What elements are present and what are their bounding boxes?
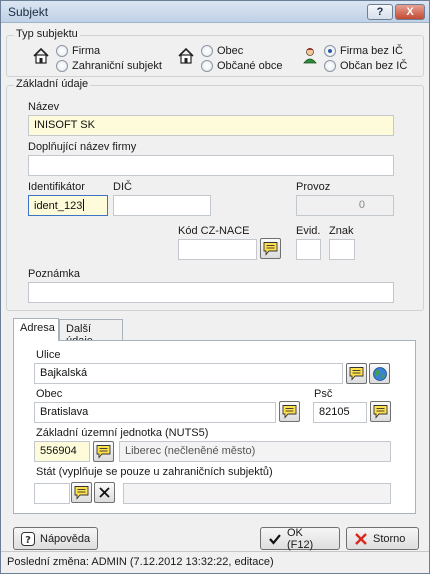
- comment-icon: [282, 405, 297, 419]
- close-icon: X: [406, 6, 414, 18]
- stat-code-input[interactable]: [34, 483, 70, 504]
- text-caret: [83, 199, 85, 211]
- nuts-name-field: Liberec (nečleněné město): [119, 441, 391, 462]
- radio-firma-circle[interactable]: [56, 45, 68, 57]
- subjekt-dialog: Subjekt ? X Typ subjektu Firma Zahraničn…: [0, 0, 430, 574]
- evid-label: Evid.: [296, 225, 321, 237]
- help-icon: ?: [21, 531, 35, 546]
- kod-cz-nace-input[interactable]: [178, 239, 257, 260]
- ok-button[interactable]: OK (F12): [260, 526, 340, 551]
- znak-input[interactable]: [329, 239, 355, 260]
- nuts-label: Základní územní jednotka (NUTS5): [36, 427, 209, 439]
- psc-lookup-button[interactable]: [370, 401, 391, 422]
- svg-text:?: ?: [25, 535, 31, 546]
- provoz-input: 0: [296, 195, 394, 216]
- radio-firma-label: Firma: [72, 45, 101, 57]
- radio-obec-label: Obec: [217, 45, 244, 57]
- radio-firma-bez-ic[interactable]: Firma bez IČ: [324, 45, 403, 57]
- cancel-icon: [355, 532, 367, 545]
- identifikator-input[interactable]: ident_123: [28, 195, 108, 216]
- radio-firma-bez-ic-label: Firma bez IČ: [340, 45, 403, 57]
- radio-obec-circle[interactable]: [201, 45, 213, 57]
- evid-input[interactable]: [296, 239, 321, 260]
- radio-firma[interactable]: Firma: [56, 45, 100, 57]
- doplnujici-nazev-input[interactable]: [28, 155, 394, 176]
- zakladni-udaje-label: Základní údaje: [14, 78, 91, 90]
- psc-input[interactable]: 82105: [313, 402, 367, 423]
- cancel-button-label: Storno: [373, 532, 406, 545]
- typ-subjektu-label: Typ subjektu: [14, 28, 80, 40]
- ulice-input[interactable]: Bajkalská: [34, 363, 343, 384]
- ok-button-label: OK (F12): [286, 526, 314, 551]
- kod-cz-nace-label: Kód CZ-NACE: [178, 225, 250, 237]
- dic-label: DIČ: [113, 181, 132, 193]
- stat-clear-button[interactable]: [94, 482, 115, 503]
- radio-obcane-obce[interactable]: Občané obce: [201, 60, 282, 72]
- tab-dalsi-udaje[interactable]: Další údaje: [59, 319, 123, 347]
- comment-icon: [263, 242, 278, 256]
- provoz-label: Provoz: [296, 181, 331, 193]
- radio-obec[interactable]: Obec: [201, 45, 243, 57]
- stat-label: Stát (vyplňuje se pouze u zahraničních s…: [36, 466, 273, 478]
- stat-name-field: [123, 483, 391, 504]
- help-button[interactable]: ? Nápověda: [13, 527, 99, 550]
- doplnujici-nazev-label: Doplňující název firmy: [28, 141, 137, 153]
- comment-icon: [373, 405, 388, 419]
- comment-icon: [96, 445, 111, 459]
- nazev-label: Název: [28, 101, 60, 113]
- comment-icon: [74, 486, 89, 500]
- nuts-lookup-button[interactable]: [93, 441, 114, 462]
- psc-label: Psč: [314, 388, 333, 400]
- kod-cz-nace-lookup-button[interactable]: [260, 238, 281, 259]
- checkmark-icon: [269, 533, 281, 545]
- window-title: Subjekt: [8, 5, 49, 19]
- comment-icon: [349, 367, 364, 381]
- nuts-code-input[interactable]: 556904: [34, 441, 90, 462]
- close-button[interactable]: X: [395, 4, 425, 20]
- map-lookup-button[interactable]: [369, 363, 390, 384]
- status-bar: Poslední změna: ADMIN (7.12.2012 13:32:2…: [1, 551, 429, 573]
- radio-obcan-bez-ic-circle[interactable]: [324, 60, 336, 72]
- person-icon: [303, 48, 317, 64]
- last-change-text: Poslední změna: ADMIN (7.12.2012 13:32:2…: [7, 556, 274, 568]
- radio-zahranicni-label: Zahraniční subjekt: [72, 60, 162, 72]
- poznamka-label: Poznámka: [28, 268, 80, 280]
- radio-obcane-obce-circle[interactable]: [201, 60, 213, 72]
- radio-obcan-bez-ic-label: Občan bez IČ: [340, 60, 408, 72]
- globe-icon: [372, 366, 387, 381]
- tab-adresa[interactable]: Adresa: [13, 318, 59, 341]
- identifikator-value: ident_123: [34, 200, 83, 212]
- obec-lookup-button[interactable]: [279, 401, 300, 422]
- poznamka-input[interactable]: [28, 282, 394, 303]
- help-button-label: Nápověda: [40, 532, 91, 545]
- help-title-label: ?: [376, 6, 384, 18]
- radio-zahranicni[interactable]: Zahraniční subjekt: [56, 60, 162, 72]
- stat-lookup-button[interactable]: [71, 482, 92, 503]
- help-title-button[interactable]: ?: [367, 4, 393, 20]
- radio-firma-bez-ic-circle[interactable]: [324, 45, 336, 57]
- cancel-button[interactable]: Storno: [346, 527, 419, 550]
- radio-obcane-obce-label: Občané obce: [217, 60, 283, 72]
- nazev-input[interactable]: INISOFT SK: [28, 115, 394, 136]
- village-icon: [178, 47, 194, 64]
- title-bar[interactable]: Subjekt ? X: [1, 1, 429, 23]
- dic-input[interactable]: [113, 195, 211, 216]
- radio-obcan-bez-ic[interactable]: Občan bez IČ: [324, 60, 407, 72]
- obec-label: Obec: [36, 388, 63, 400]
- znak-label: Znak: [329, 225, 354, 237]
- radio-zahranicni-circle[interactable]: [56, 60, 68, 72]
- ulice-lookup-button[interactable]: [346, 363, 367, 384]
- identifikator-label: Identifikátor: [28, 181, 85, 193]
- ulice-label: Ulice: [36, 349, 61, 361]
- tab-adresa-label: Adresa: [20, 322, 55, 334]
- house-icon: [33, 47, 49, 64]
- clear-icon: [99, 487, 110, 498]
- obec-input[interactable]: Bratislava: [34, 402, 276, 423]
